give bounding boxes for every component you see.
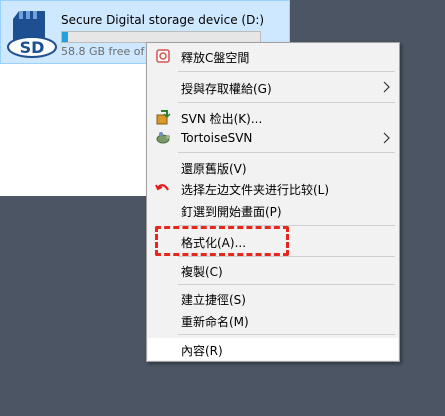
svg-text:SD: SD: [20, 38, 45, 57]
svn-checkout-icon: [156, 110, 171, 125]
menu-item-label: 选择左边文件夹进行比较(L): [181, 183, 330, 197]
menu-item-label: 建立捷徑(S): [181, 293, 246, 307]
menu-item-label: SVN 检出(K)...: [181, 112, 263, 126]
release-space-icon: [156, 49, 170, 63]
chevron-right-icon: [383, 132, 390, 144]
menu-item-restore-versions[interactable]: 還原舊版(V): [148, 156, 398, 178]
menu-item-give-access[interactable]: 授與存取權給(G): [148, 76, 398, 98]
menu-item-label: 釋放C盤空間: [181, 51, 250, 65]
menu-item-properties[interactable]: 內容(R): [148, 338, 398, 360]
menu-separator: [178, 256, 395, 257]
format-highlight-annotation: [155, 226, 289, 256]
tortoisesvn-icon: [156, 132, 170, 144]
menu-item-svn-checkout[interactable]: SVN 检出(K)...: [148, 106, 398, 128]
menu-item-label: 授與存取權給(G): [181, 82, 272, 96]
menu-item-label: 還原舊版(V): [181, 162, 247, 176]
chevron-right-icon: [383, 81, 390, 93]
menu-item-label: 內容(R): [181, 344, 223, 358]
menu-item-label: TortoiseSVN: [181, 131, 253, 145]
drive-free-space: 58.8 GB free of 5: [61, 45, 155, 58]
menu-item-label: 釘選到開始畫面(P): [181, 205, 282, 219]
menu-separator: [178, 284, 395, 285]
menu-item-release-space[interactable]: 釋放C盤空間: [148, 45, 398, 67]
menu-item-compare-folder[interactable]: 选择左边文件夹进行比较(L): [148, 177, 398, 199]
menu-item-tortoisesvn[interactable]: TortoiseSVN: [148, 127, 398, 149]
menu-separator: [178, 334, 395, 335]
drive-name-label: Secure Digital storage device (D:): [61, 13, 265, 27]
context-menu: 釋放C盤空間 授與存取權給(G) SVN 检出(K)... TortoiseSV…: [146, 42, 400, 362]
menu-separator: [178, 71, 395, 72]
menu-item-create-shortcut[interactable]: 建立捷徑(S): [148, 287, 398, 309]
menu-item-copy[interactable]: 複製(C): [148, 259, 398, 281]
sd-card-icon: SD: [7, 11, 57, 58]
menu-item-rename[interactable]: 重新命名(M): [148, 309, 398, 331]
compare-arrow-icon: [155, 184, 169, 191]
menu-separator: [178, 102, 395, 103]
menu-separator: [178, 152, 395, 153]
drive-usage-fill: [62, 32, 68, 42]
menu-item-label: 重新命名(M): [181, 315, 249, 329]
menu-item-pin-to-start[interactable]: 釘選到開始畫面(P): [148, 199, 398, 221]
menu-item-label: 複製(C): [181, 265, 223, 279]
